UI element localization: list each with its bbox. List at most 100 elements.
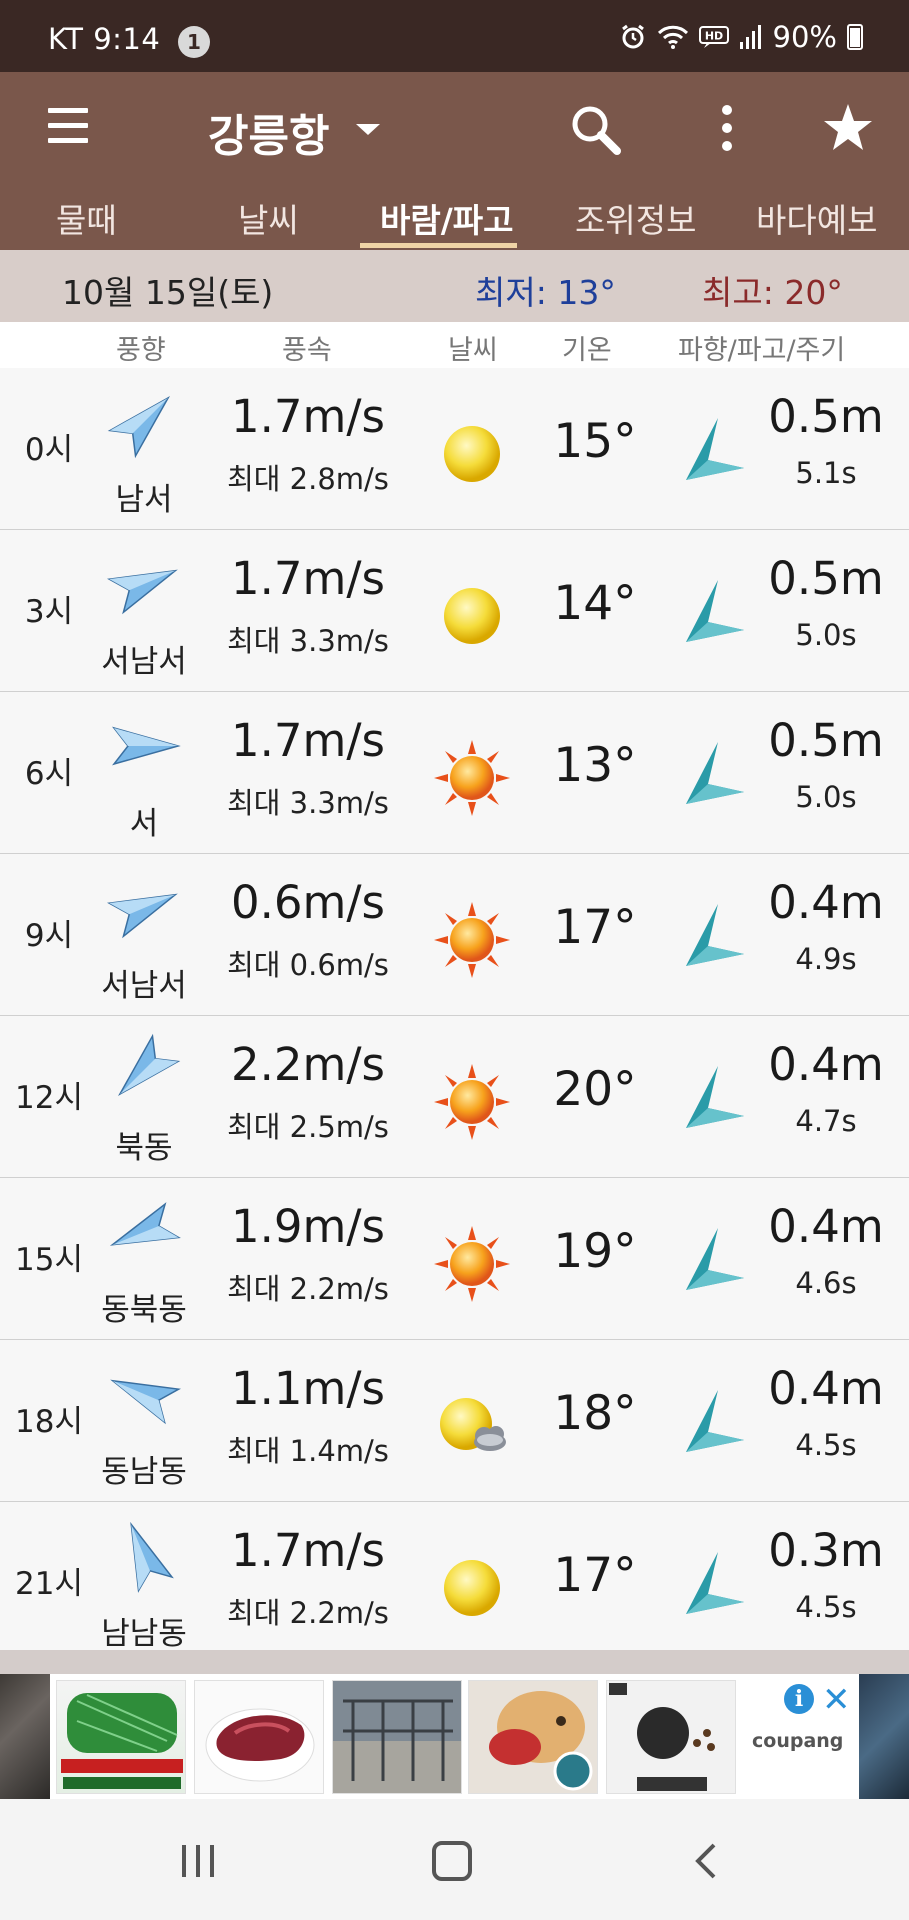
wind-direction-label: 서 bbox=[129, 806, 159, 842]
wave-height: 0.4m bbox=[768, 1200, 884, 1253]
header-weather: 날씨 bbox=[448, 335, 498, 366]
max-wind-speed: 최대 1.4m/s bbox=[227, 1434, 389, 1468]
wind-arrow-icon bbox=[112, 726, 181, 766]
location-title[interactable]: 강릉항 bbox=[208, 100, 329, 164]
forecast-row: 15시 동북동 1.9m/s 최대 2.2m/s 19° 0.4m 4.6s bbox=[0, 1178, 909, 1340]
star-icon[interactable] bbox=[822, 102, 874, 154]
bright-sun-icon bbox=[434, 1064, 510, 1140]
tab-tide[interactable]: 물때 bbox=[56, 194, 117, 242]
forecast-row: 3시 서남서 1.7m/s 최대 3.3m/s 14° 0.5m 5.0s bbox=[0, 530, 909, 692]
sunny-icon bbox=[444, 426, 500, 482]
tab-marine-forecast[interactable]: 바다예보 bbox=[756, 194, 877, 242]
wave-direction-icon bbox=[686, 1228, 744, 1290]
tab-tide-level[interactable]: 조위정보 bbox=[575, 194, 696, 242]
max-wind-speed: 최대 2.5m/s bbox=[227, 1110, 389, 1144]
wave-period: 4.5s bbox=[795, 1590, 857, 1624]
bright-sun-icon bbox=[434, 1226, 510, 1302]
wave-height: 0.4m bbox=[768, 876, 884, 929]
hd-voice-icon: HD bbox=[698, 26, 729, 48]
ad-close-icon[interactable]: ✕ bbox=[822, 1680, 851, 1720]
column-headers: 풍향 풍속 날씨 기온 파향/파고/주기 bbox=[0, 322, 909, 368]
battery-icon bbox=[847, 24, 863, 50]
wave-direction-icon bbox=[686, 418, 744, 480]
status-icons: HD 90% bbox=[619, 20, 863, 54]
recent-apps-icon[interactable] bbox=[178, 1843, 218, 1879]
wave-height: 0.4m bbox=[768, 1038, 884, 1091]
partly-cloudy-icon bbox=[440, 1398, 506, 1451]
wind-direction-label: 서남서 bbox=[101, 968, 187, 1004]
wave-period: 4.7s bbox=[795, 1104, 857, 1138]
wave-period: 4.6s bbox=[795, 1266, 857, 1300]
wind-speed: 2.2m/s bbox=[230, 1038, 385, 1091]
wind-arrow-icon bbox=[117, 1033, 181, 1097]
wind-speed: 1.7m/s bbox=[230, 714, 385, 767]
hour-label: 15시 bbox=[15, 1242, 83, 1278]
wave-period: 4.5s bbox=[795, 1428, 857, 1462]
ad-product-image[interactable] bbox=[194, 1680, 324, 1794]
sunny-icon bbox=[444, 588, 500, 644]
back-icon[interactable] bbox=[692, 1843, 722, 1879]
wind-direction-label: 서남서 bbox=[101, 644, 187, 680]
wind-speed: 1.7m/s bbox=[230, 390, 385, 443]
bright-sun-icon bbox=[434, 740, 510, 816]
signal-icon bbox=[739, 25, 761, 49]
wifi-icon bbox=[657, 25, 688, 49]
hour-label: 3시 bbox=[24, 594, 74, 630]
temperature: 17° bbox=[553, 900, 637, 955]
notification-count-badge: 1 bbox=[178, 26, 210, 58]
wind-speed: 1.7m/s bbox=[230, 1524, 385, 1577]
max-wind-speed: 최대 2.8m/s bbox=[227, 462, 389, 496]
header-wave: 파향/파고/주기 bbox=[678, 335, 846, 366]
wind-speed: 0.6m/s bbox=[230, 876, 385, 929]
wave-direction-icon bbox=[686, 1552, 744, 1614]
menu-icon[interactable] bbox=[48, 108, 88, 144]
wave-direction-icon bbox=[686, 742, 744, 804]
status-time: KT 9:14 bbox=[48, 22, 161, 56]
ad-brand-label[interactable]: coupang bbox=[752, 1730, 843, 1752]
forecast-row: 21시 남남동 1.7m/s 최대 2.2m/s 17° 0.3m 4.5s bbox=[0, 1502, 909, 1664]
wave-direction-icon bbox=[686, 904, 744, 966]
max-temperature: 최고: 20° bbox=[702, 273, 843, 312]
wave-height: 0.5m bbox=[768, 714, 884, 767]
forecast-date: 10월 15일(토) bbox=[62, 273, 274, 312]
wave-height: 0.5m bbox=[768, 552, 884, 605]
temperature: 17° bbox=[553, 1548, 637, 1603]
min-temperature: 최저: 13° bbox=[475, 273, 616, 312]
status-bar: KT 9:14 1 HD 90% bbox=[0, 0, 909, 72]
forecast-row: 12시 북동 2.2m/s 최대 2.5m/s 20° 0.4m 4.7s bbox=[0, 1016, 909, 1178]
ad-product-image[interactable] bbox=[332, 1680, 462, 1794]
ad-info-icon[interactable]: i bbox=[784, 1684, 814, 1714]
wave-height: 0.3m bbox=[768, 1524, 884, 1577]
wave-height: 0.4m bbox=[768, 1362, 884, 1415]
wave-period: 5.0s bbox=[795, 618, 857, 652]
hour-label: 6시 bbox=[24, 756, 74, 792]
header-wind-direction: 풍향 bbox=[116, 335, 166, 366]
ad-product-image[interactable] bbox=[468, 1680, 598, 1794]
wind-speed: 1.1m/s bbox=[230, 1362, 385, 1415]
temperature: 20° bbox=[553, 1062, 637, 1117]
wind-direction-label: 북동 bbox=[115, 1130, 173, 1166]
bright-sun-icon bbox=[434, 902, 510, 978]
dropdown-caret-icon[interactable] bbox=[356, 124, 380, 135]
active-tab-indicator bbox=[360, 243, 517, 248]
ad-product-image[interactable] bbox=[606, 1680, 736, 1794]
system-nav-bar bbox=[0, 1799, 909, 1920]
wind-direction-label: 동남동 bbox=[101, 1454, 187, 1490]
wave-period: 5.1s bbox=[795, 456, 857, 490]
hour-label: 0시 bbox=[24, 432, 74, 468]
alarm-icon bbox=[621, 24, 644, 49]
tab-wind-wave[interactable]: 바람/파고 bbox=[380, 194, 514, 242]
svg-text:HD: HD bbox=[704, 30, 722, 43]
wave-direction-icon bbox=[686, 580, 744, 642]
ad-product-image[interactable] bbox=[56, 1680, 186, 1794]
wave-direction-icon bbox=[686, 1066, 744, 1128]
temperature: 18° bbox=[553, 1386, 637, 1441]
header-wind-speed: 풍속 bbox=[282, 335, 332, 366]
more-vert-icon[interactable] bbox=[712, 102, 742, 154]
search-icon[interactable] bbox=[565, 100, 625, 160]
ad-banner[interactable]: i ✕ coupang bbox=[0, 1674, 909, 1799]
wind-speed: 1.7m/s bbox=[230, 552, 385, 605]
home-icon[interactable] bbox=[432, 1841, 472, 1881]
temperature: 13° bbox=[553, 738, 637, 793]
tab-weather[interactable]: 날씨 bbox=[238, 194, 299, 242]
